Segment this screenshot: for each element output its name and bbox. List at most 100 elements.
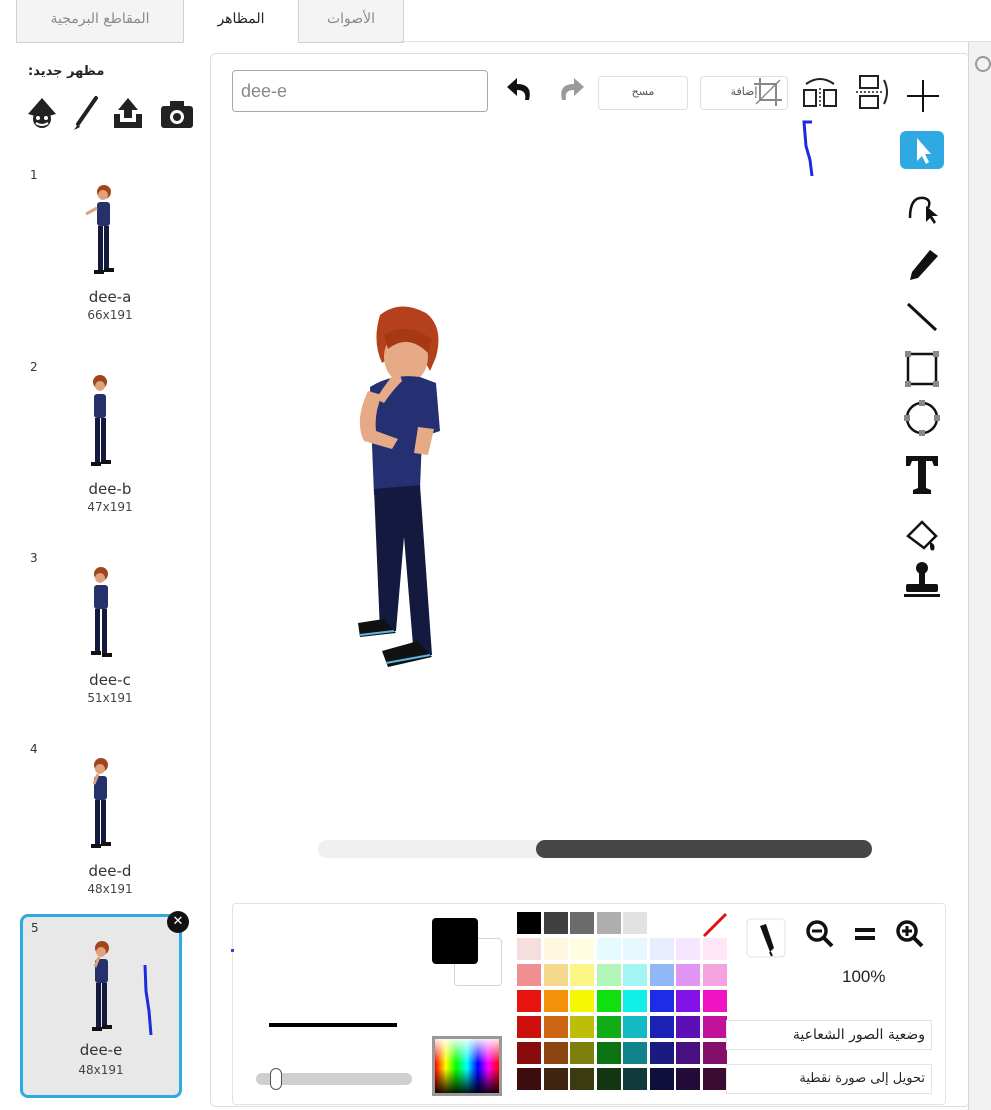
zoom-reset-icon[interactable] (849, 918, 881, 950)
canvas-horizontal-scrollbar[interactable] (318, 840, 872, 858)
palette-swatch[interactable] (543, 964, 568, 986)
palette-swatch[interactable] (676, 1042, 700, 1064)
tool-rectangle[interactable] (900, 350, 944, 388)
palette-swatch[interactable] (596, 1068, 621, 1090)
color-picker-spectrum[interactable] (432, 1036, 502, 1096)
paint-brush-icon[interactable] (70, 96, 100, 132)
delete-costume-button[interactable]: ✕ (167, 911, 189, 933)
palette-swatch[interactable] (543, 938, 568, 960)
palette-swatch[interactable] (517, 990, 541, 1012)
new-costume-label: :مظهر جديد (28, 64, 105, 79)
palette-swatch[interactable] (596, 990, 621, 1012)
eyedropper-icon[interactable] (746, 918, 786, 958)
crop-icon[interactable] (752, 76, 784, 108)
slider-handle[interactable] (270, 1068, 282, 1090)
set-center-icon[interactable] (905, 78, 941, 114)
palette-swatch[interactable] (702, 1068, 727, 1090)
palette-swatch[interactable] (702, 1042, 727, 1064)
tab-scripts[interactable]: المقاطع البرمجية (16, 0, 184, 43)
palette-swatch[interactable] (570, 1042, 594, 1064)
zoom-in-icon[interactable] (894, 918, 926, 950)
palette-swatch[interactable] (596, 938, 621, 960)
palette-swatch[interactable] (676, 990, 700, 1012)
palette-swatch[interactable] (649, 990, 674, 1012)
palette-swatch[interactable] (543, 912, 568, 934)
costume-item-2[interactable]: 2 dee-b 47x191 (20, 354, 180, 524)
scrollbar-thumb[interactable] (536, 840, 872, 858)
flip-horizontal-icon[interactable] (800, 74, 840, 110)
palette-swatch[interactable] (596, 912, 621, 934)
palette-swatch[interactable] (623, 912, 647, 934)
palette-swatch[interactable] (702, 938, 727, 960)
tool-line[interactable] (900, 298, 944, 336)
palette-swatch[interactable] (676, 1016, 700, 1038)
convert-to-bitmap-button[interactable]: تحويل إلى صورة نقطية (726, 1064, 932, 1094)
palette-swatch[interactable] (543, 1016, 568, 1038)
palette-swatch[interactable] (676, 938, 700, 960)
tool-select[interactable] (900, 131, 944, 169)
palette-swatch[interactable] (517, 1016, 541, 1038)
primary-color-swatch[interactable] (432, 918, 478, 964)
palette-swatch[interactable] (623, 990, 647, 1012)
zoom-icon[interactable] (971, 54, 991, 74)
palette-swatch[interactable] (649, 1068, 674, 1090)
costume-name-input[interactable]: dee-e (232, 70, 488, 112)
costume-item-5-selected[interactable]: 5 ✕ dee-e 48x191 (20, 911, 189, 1098)
palette-swatch[interactable] (623, 1042, 647, 1064)
palette-swatch[interactable] (623, 1016, 647, 1038)
palette-swatch[interactable] (596, 1042, 621, 1064)
flip-vertical-icon[interactable] (850, 72, 890, 112)
costume-thumbnail (92, 941, 112, 1031)
palette-swatch[interactable] (570, 990, 594, 1012)
tab-costumes[interactable]: المظاهر (183, 0, 299, 43)
camera-icon[interactable] (158, 96, 196, 132)
palette-swatch[interactable] (517, 938, 541, 960)
line-width-slider[interactable] (256, 1068, 412, 1090)
palette-swatch[interactable] (596, 964, 621, 986)
tab-sounds[interactable]: الأصوات (298, 0, 404, 43)
palette-swatch[interactable] (596, 1016, 621, 1038)
palette-swatch[interactable] (702, 1016, 727, 1038)
costume-item-1[interactable]: 1 dee-a 66x191 (20, 162, 180, 332)
costume-item-3[interactable]: 3 dee-c 51x191 (20, 545, 180, 715)
palette-swatch[interactable] (623, 964, 647, 986)
palette-swatch[interactable] (570, 1016, 594, 1038)
palette-swatch[interactable] (702, 964, 727, 986)
palette-swatch[interactable] (543, 1042, 568, 1064)
palette-swatch[interactable] (649, 964, 674, 986)
palette-swatch[interactable] (649, 1016, 674, 1038)
bitmap-mode-button[interactable]: وضعية الصور الشعاعية (726, 1020, 932, 1050)
palette-swatch[interactable] (649, 938, 674, 960)
palette-swatch[interactable] (517, 912, 541, 934)
zoom-out-icon[interactable] (804, 918, 836, 950)
tool-reshape[interactable] (900, 188, 944, 226)
palette-swatch[interactable] (570, 912, 594, 934)
palette-swatch[interactable] (623, 938, 647, 960)
tool-text[interactable] (900, 452, 944, 494)
palette-swatch[interactable] (543, 1068, 568, 1090)
tool-stamp[interactable] (900, 560, 944, 598)
costume-item-4[interactable]: 4 dee-d 48x191 (20, 736, 180, 906)
upload-icon[interactable] (110, 96, 146, 132)
palette-swatch[interactable] (676, 1068, 700, 1090)
tool-fill[interactable] (900, 516, 944, 554)
palette-swatch[interactable] (543, 990, 568, 1012)
palette-swatch[interactable] (517, 1068, 541, 1090)
tool-ellipse[interactable] (900, 399, 944, 437)
palette-swatch[interactable] (676, 964, 700, 986)
editor-tabs: المقاطع البرمجية المظاهر الأصوات (0, 0, 991, 43)
transparent-color-swatch[interactable] (700, 912, 728, 938)
palette-swatch[interactable] (649, 1042, 674, 1064)
palette-swatch[interactable] (702, 990, 727, 1012)
redo-icon[interactable] (554, 74, 588, 108)
tool-pencil[interactable] (900, 246, 944, 284)
palette-swatch[interactable] (623, 1068, 647, 1090)
palette-swatch[interactable] (570, 938, 594, 960)
palette-swatch[interactable] (517, 1042, 541, 1064)
clear-button[interactable]: مسح (598, 76, 688, 110)
palette-swatch[interactable] (517, 964, 541, 986)
palette-swatch[interactable] (570, 1068, 594, 1090)
palette-swatch[interactable] (570, 964, 594, 986)
sprite-library-icon[interactable] (24, 96, 60, 132)
undo-icon[interactable] (503, 74, 537, 108)
